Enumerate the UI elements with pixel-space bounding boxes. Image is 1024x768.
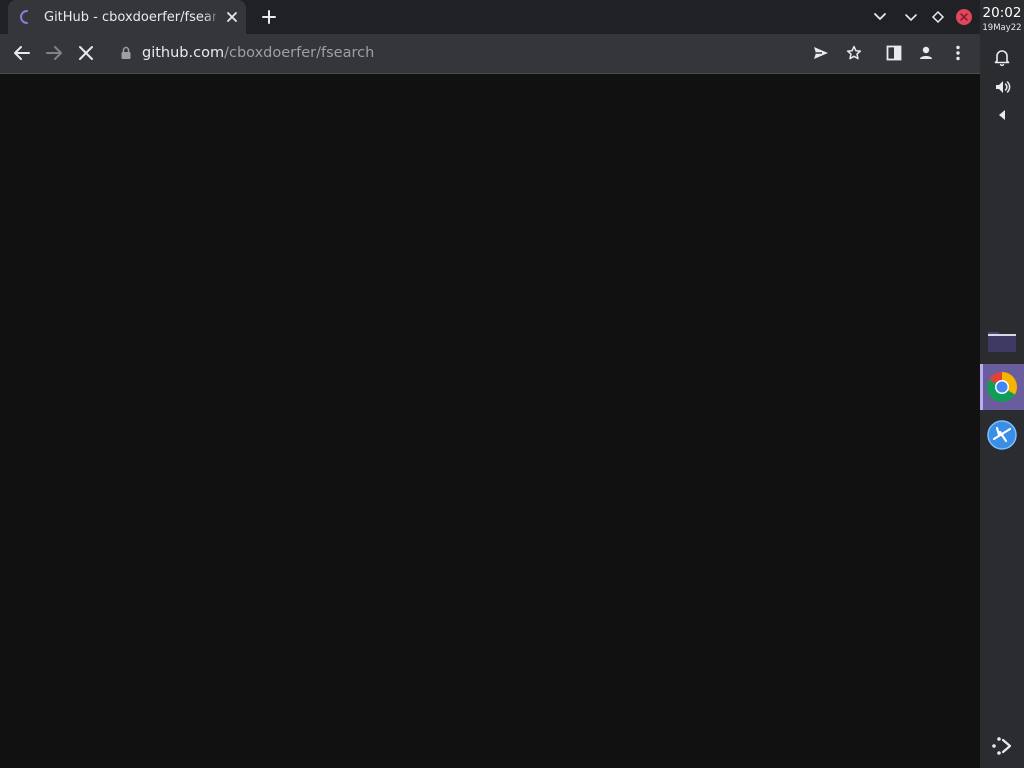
volume-icon[interactable] [992, 77, 1012, 97]
dock-item-app[interactable] [980, 412, 1024, 458]
plus-icon[interactable] [260, 8, 278, 26]
launcher-icon[interactable] [990, 734, 1014, 758]
forward-button[interactable] [43, 42, 65, 64]
arrow-left-icon [14, 46, 30, 60]
lock-icon[interactable] [120, 46, 132, 60]
tab-title-fade [204, 6, 220, 28]
tab-title: GitHub - cboxdoerfer/fsearch [44, 10, 216, 25]
star-icon [846, 45, 862, 60]
kebab-menu-icon [956, 45, 960, 61]
triangle-left-icon[interactable] [992, 105, 1012, 125]
chevron-down-icon[interactable] [872, 10, 888, 24]
folder-icon [988, 332, 1016, 352]
close-circle-icon[interactable] [956, 9, 972, 25]
side-panel-icon [886, 45, 902, 61]
close-icon[interactable] [224, 9, 240, 25]
browser-window: GitHub - cboxdoerfer/fsearch github.com/… [0, 0, 980, 768]
send-to-devices-button[interactable] [810, 42, 832, 64]
side-panel-button[interactable] [883, 42, 905, 64]
url-text[interactable]: github.com/cboxdoerfer/fsearch [142, 44, 374, 62]
back-button[interactable] [11, 42, 33, 64]
tab-github-fsearch[interactable]: GitHub - cboxdoerfer/fsearch [8, 0, 246, 34]
system-tray [896, 0, 980, 34]
person-icon [920, 46, 932, 59]
airplane-app-icon [987, 420, 1017, 450]
bookmark-button[interactable] [843, 42, 865, 64]
bell-icon[interactable] [992, 47, 1012, 67]
send-icon [814, 47, 828, 59]
arrow-right-icon [46, 46, 62, 60]
stop-loading-button[interactable] [75, 42, 97, 64]
clock-time[interactable]: 20:02 [980, 5, 1024, 21]
spinner-icon [20, 10, 28, 24]
url-host: github.com [142, 45, 225, 61]
chrome-icon [986, 372, 1018, 403]
diamond-icon[interactable] [931, 10, 945, 24]
close-icon [79, 46, 93, 60]
system-panel: 20:02 19May22 [980, 0, 1024, 768]
tab-strip: GitHub - cboxdoerfer/fsearch [0, 0, 980, 34]
url-path: /cboxdoerfer/fsearch [224, 45, 375, 61]
profile-button[interactable] [915, 42, 937, 64]
dock-item-chrome[interactable] [980, 364, 1024, 410]
page-content[interactable] [0, 74, 980, 768]
chevron-down-icon[interactable] [904, 10, 918, 24]
browser-menu-button[interactable] [947, 42, 969, 64]
clock-date: 19May22 [982, 23, 1022, 33]
dock-item-files[interactable] [980, 317, 1024, 363]
toolbar: github.com/cboxdoerfer/fsearch [0, 34, 980, 74]
address-bar[interactable]: github.com/cboxdoerfer/fsearch [108, 38, 798, 68]
